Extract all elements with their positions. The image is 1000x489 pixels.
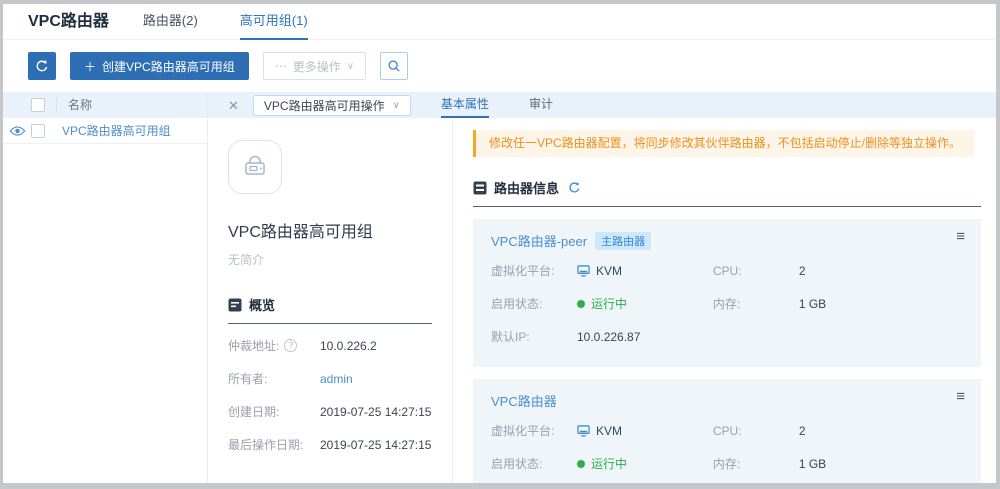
detail-tabs: 基本属性 审计 bbox=[441, 92, 553, 118]
detail-panel: ✕ VPC路由器高可用操作 ∨ 基本属性 审计 bbox=[208, 92, 996, 483]
search-icon bbox=[387, 59, 401, 73]
field-value: 2019-07-25 14:27:15 bbox=[320, 405, 431, 419]
cpu-value: 2 bbox=[799, 264, 806, 278]
tab-ha-groups[interactable]: 高可用组(1) bbox=[240, 4, 308, 40]
main-content: 名称 VPC路由器高可用组 ✕ VPC路由器高可用操作 ∨ 基本属性 bbox=[3, 92, 996, 483]
eye-icon bbox=[9, 125, 26, 137]
list-panel: 名称 VPC路由器高可用组 bbox=[3, 92, 208, 483]
close-icon[interactable]: ✕ bbox=[228, 99, 239, 112]
card-menu-icon[interactable]: ≡ bbox=[956, 229, 965, 244]
router-info-section-header: 路由器信息 bbox=[473, 178, 981, 207]
status-dot bbox=[577, 300, 585, 308]
field-memory: 内存: 1 GB bbox=[713, 447, 963, 480]
overview-heading: 概览 bbox=[249, 295, 275, 314]
router-info-column: 修改任一VPC路由器配置，将同步修改其伙伴路由器，不包括启动停止/删除等独立操作… bbox=[453, 118, 996, 483]
hypervisor-icon bbox=[577, 265, 590, 277]
field-cpu: CPU: 2 bbox=[713, 414, 963, 447]
memory-value: 1 GB bbox=[799, 297, 826, 311]
tab-audit[interactable]: 审计 bbox=[529, 92, 553, 118]
refresh-icon bbox=[35, 59, 49, 73]
app-window: VPC路由器 路由器(2) 高可用组(1) ＋ 创建VPC路由器高可用组 ⋯ 更… bbox=[3, 4, 996, 483]
router-name-link[interactable]: VPC路由器-peer bbox=[491, 231, 587, 250]
row-checkbox[interactable] bbox=[31, 124, 45, 138]
chevron-down-icon: ∨ bbox=[347, 61, 354, 72]
overview-icon bbox=[228, 298, 242, 312]
detail-header: ✕ VPC路由器高可用操作 ∨ 基本属性 审计 bbox=[208, 92, 996, 118]
state-value: 运行中 bbox=[591, 455, 627, 472]
status-dot bbox=[577, 460, 585, 468]
search-button[interactable] bbox=[380, 52, 408, 80]
list-item-ha-group[interactable]: VPC路由器高可用组 bbox=[3, 118, 207, 144]
field-create-date: 创建日期: 2019-07-25 14:27:15 bbox=[228, 395, 432, 428]
hypervisor-icon bbox=[577, 425, 590, 437]
field-label: 创建日期: bbox=[228, 403, 320, 420]
ellipsis-icon: ⋯ bbox=[275, 59, 287, 73]
name-column-header: 名称 bbox=[56, 98, 92, 112]
list-header: 名称 bbox=[3, 92, 207, 118]
more-actions-button[interactable]: ⋯ 更多操作 ∨ bbox=[263, 52, 366, 80]
field-last-op-date: 最后操作日期: 2019-07-25 14:27:15 bbox=[228, 428, 432, 461]
refresh-router-info-icon[interactable] bbox=[568, 181, 581, 194]
field-owner: 所有者: admin bbox=[228, 362, 432, 395]
overview-section-header: 概览 bbox=[228, 295, 432, 324]
router-info-icon bbox=[473, 181, 487, 195]
hypervisor-value: KVM bbox=[596, 264, 622, 278]
field-default-ip: 默认IP: 10.0.226.87 bbox=[491, 320, 713, 353]
app-header: VPC路由器 路由器(2) 高可用组(1) bbox=[3, 4, 996, 40]
warning-banner: 修改任一VPC路由器配置，将同步修改其伙伴路由器，不包括启动停止/删除等独立操作… bbox=[473, 130, 974, 157]
field-label: 仲裁地址: bbox=[228, 337, 279, 354]
memory-value: 1 GB bbox=[799, 457, 826, 471]
field-label: 所有者: bbox=[228, 370, 320, 387]
field-value: 10.0.226.2 bbox=[320, 339, 377, 353]
help-icon[interactable]: ? bbox=[284, 339, 297, 352]
plus-icon: ＋ bbox=[84, 58, 96, 75]
select-all-checkbox[interactable] bbox=[31, 98, 45, 112]
overview-fields: 仲裁地址: ? 10.0.226.2 所有者: admin 创建日期: 2019… bbox=[228, 329, 432, 461]
chevron-down-icon: ∨ bbox=[393, 100, 400, 111]
detail-subtitle: 无简介 bbox=[228, 251, 432, 268]
card-menu-icon[interactable]: ≡ bbox=[956, 389, 965, 404]
field-hypervisor: 虚拟化平台: KVM bbox=[491, 254, 713, 287]
refresh-button[interactable] bbox=[28, 52, 56, 80]
state-value: 运行中 bbox=[591, 295, 627, 312]
cpu-value: 2 bbox=[799, 424, 806, 438]
toolbar: ＋ 创建VPC路由器高可用组 ⋯ 更多操作 ∨ bbox=[3, 40, 996, 92]
router-info-heading: 路由器信息 bbox=[494, 178, 559, 197]
owner-link[interactable]: admin bbox=[320, 372, 353, 386]
tab-basic-properties[interactable]: 基本属性 bbox=[441, 92, 489, 118]
more-actions-label: 更多操作 bbox=[293, 58, 341, 75]
router-card-secondary: ≡ VPC路由器 虚拟化平台: bbox=[473, 379, 981, 483]
row-name-link[interactable]: VPC路由器高可用组 bbox=[62, 122, 171, 139]
create-ha-group-button[interactable]: ＋ 创建VPC路由器高可用组 bbox=[70, 52, 249, 80]
tab-routers[interactable]: 路由器(2) bbox=[143, 4, 198, 40]
primary-router-badge: 主路由器 bbox=[595, 232, 651, 250]
actions-dropdown[interactable]: VPC路由器高可用操作 ∨ bbox=[253, 95, 411, 116]
default-ip-value: 10.0.226.87 bbox=[577, 330, 640, 344]
field-state: 启用状态: 运行中 bbox=[491, 287, 713, 320]
hypervisor-value: KVM bbox=[596, 424, 622, 438]
field-memory: 内存: 1 GB bbox=[713, 287, 963, 320]
field-default-ip: 默认IP: 10.0.226.93 bbox=[491, 480, 713, 483]
detail-title: VPC路由器高可用组 bbox=[228, 218, 432, 242]
field-value: 2019-07-25 14:27:15 bbox=[320, 438, 431, 452]
lock-icon bbox=[241, 154, 269, 180]
page-title: VPC路由器 bbox=[28, 4, 109, 39]
field-state: 启用状态: 运行中 bbox=[491, 447, 713, 480]
top-tabs: 路由器(2) 高可用组(1) bbox=[143, 4, 308, 39]
field-label: 最后操作日期: bbox=[228, 436, 320, 453]
router-card-peer: ≡ VPC路由器-peer 主路由器 虚拟化平台: bbox=[473, 219, 981, 367]
field-hypervisor: 虚拟化平台: KVM bbox=[491, 414, 713, 447]
field-cpu: CPU: 2 bbox=[713, 254, 963, 287]
create-button-label: 创建VPC路由器高可用组 bbox=[102, 58, 235, 75]
overview-column: VPC路由器高可用组 无简介 概览 仲裁地址: ? bbox=[208, 118, 453, 483]
ha-group-avatar bbox=[228, 140, 282, 194]
router-name-link[interactable]: VPC路由器 bbox=[491, 391, 557, 410]
actions-dropdown-label: VPC路由器高可用操作 bbox=[264, 97, 385, 114]
field-arbiter-address: 仲裁地址: ? 10.0.226.2 bbox=[228, 329, 432, 362]
detail-body: VPC路由器高可用组 无简介 概览 仲裁地址: ? bbox=[208, 118, 996, 483]
